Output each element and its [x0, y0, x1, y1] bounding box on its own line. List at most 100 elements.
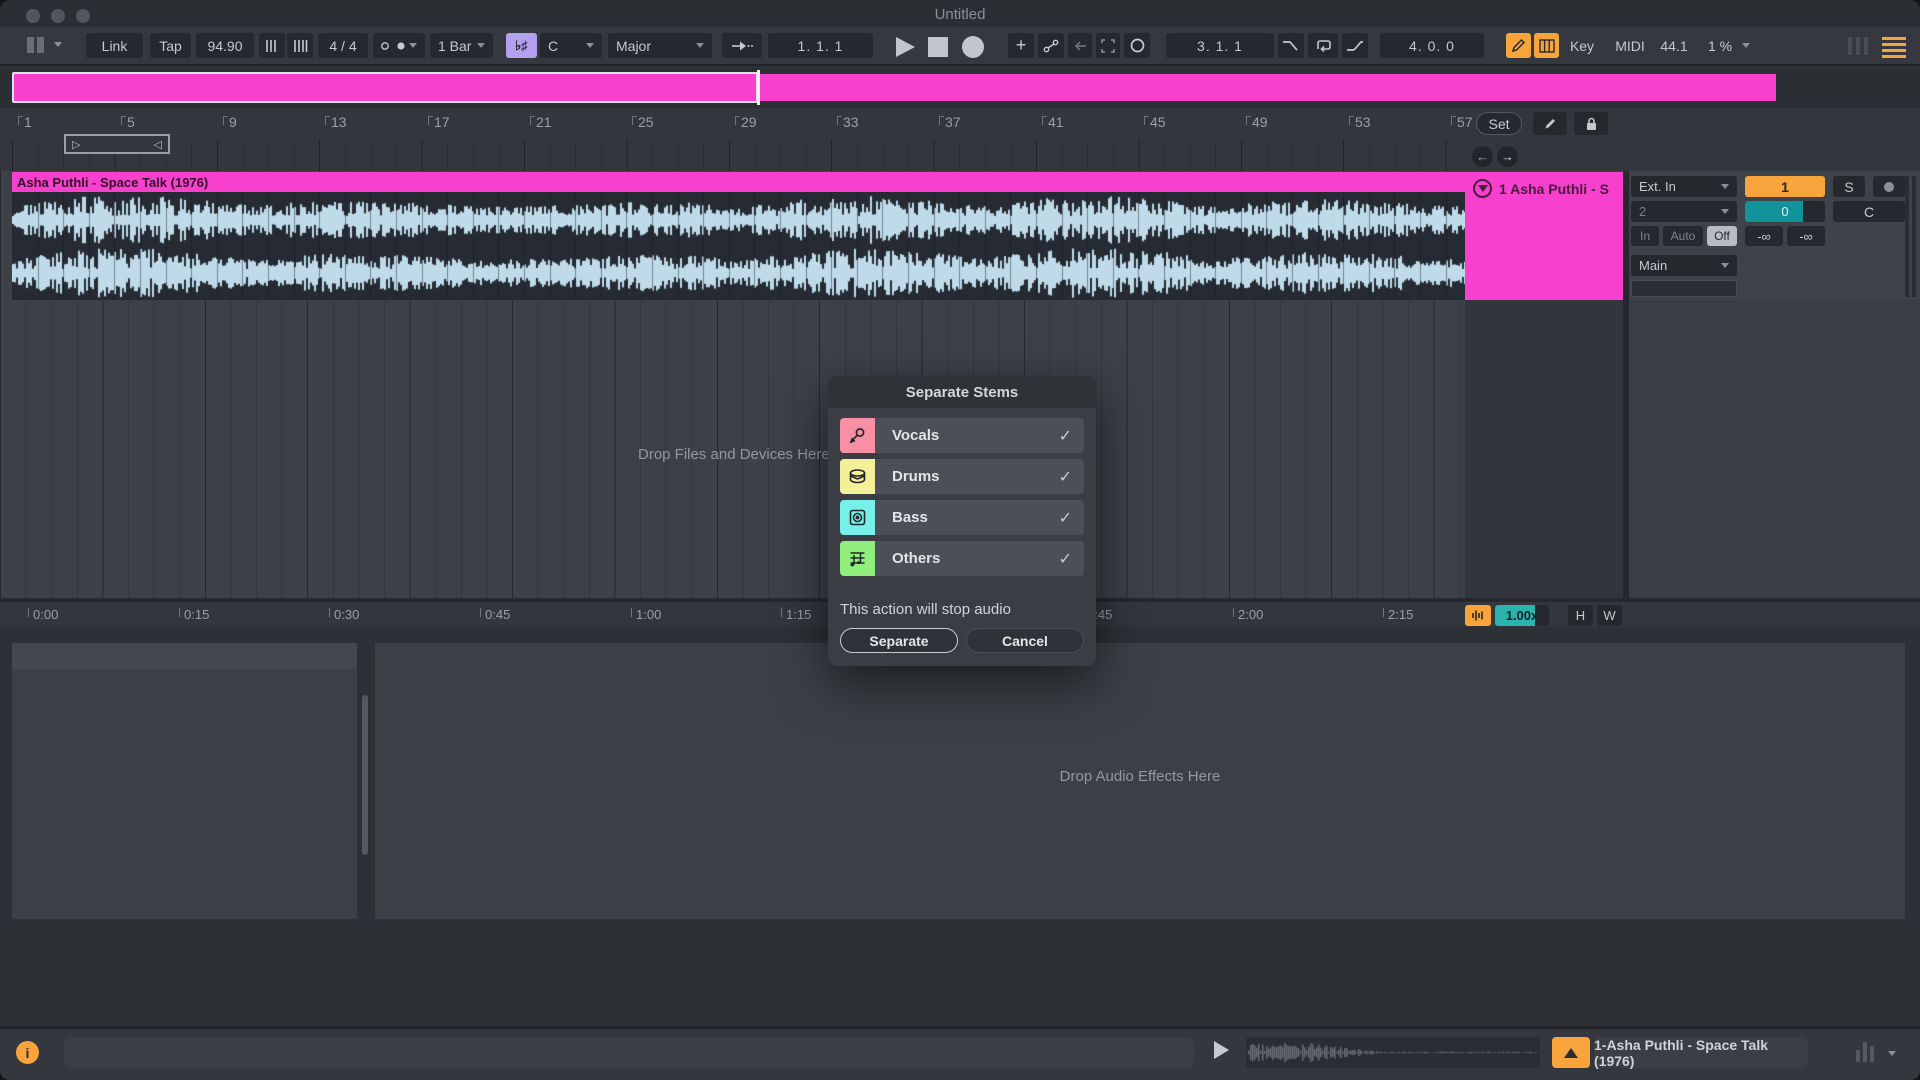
punch-out-icon[interactable]	[1342, 33, 1368, 58]
track-mixer-panel: Ext. In 1 S 2 0 C In Auto Off -∞ -∞ Main	[1629, 172, 1920, 300]
stem-row-vocals[interactable]: Vocals ✓	[840, 418, 1084, 453]
cancel-button[interactable]: Cancel	[966, 628, 1084, 653]
session-record-icon[interactable]	[1124, 33, 1150, 58]
current-clip-pill[interactable]: 1-Asha Puthli - Space Talk (1976)	[1594, 1037, 1808, 1068]
add-track-icon[interactable]: +	[1008, 33, 1034, 58]
input-routing-selector[interactable]: Ext. In	[1631, 176, 1737, 197]
bar-label: 21	[536, 114, 552, 130]
set-locator-button[interactable]: Set	[1476, 112, 1522, 135]
clip-view-panel-header	[12, 643, 357, 669]
input-channel-selector[interactable]: 2	[1631, 201, 1737, 222]
loop-start-field[interactable]: 3. 1. 1	[1166, 33, 1274, 58]
computer-midi-keyboard-icon[interactable]	[1534, 33, 1559, 58]
clip-title: Asha Puthli - Space Talk (1976)	[17, 175, 208, 190]
scale-root-selector[interactable]: C	[540, 33, 602, 58]
arrangement-overview[interactable]	[0, 68, 1920, 108]
scale-name-selector[interactable]: Major	[608, 33, 712, 58]
check-icon: ✓	[1059, 426, 1072, 446]
separate-button[interactable]: Separate	[840, 628, 958, 653]
punch-in-icon[interactable]	[1278, 33, 1304, 58]
loop-switch-icon[interactable]	[1308, 33, 1338, 58]
prev-locator-icon[interactable]: ←	[1472, 146, 1493, 167]
midi-map-button[interactable]: MIDI	[1608, 33, 1652, 58]
tempo-field[interactable]: 94.90	[196, 33, 254, 58]
arrangement-position-field[interactable]: 1. 1. 1	[768, 33, 873, 58]
loop-end-handle[interactable]: ◁	[154, 138, 162, 151]
monitor-in-button[interactable]: In	[1631, 226, 1659, 246]
nudge-down-icon[interactable]	[259, 33, 285, 58]
next-locator-icon[interactable]: →	[1497, 146, 1518, 167]
track-activator-button[interactable]: 1	[1745, 176, 1825, 197]
monitor-auto-button[interactable]: Auto	[1663, 226, 1703, 246]
stop-button[interactable]	[928, 37, 948, 57]
record-button[interactable]	[962, 36, 984, 58]
automation-mode-icon[interactable]	[1038, 33, 1064, 58]
check-icon: ✓	[1059, 508, 1072, 528]
re-enable-automation-icon[interactable]	[1068, 33, 1092, 58]
stem-row-bass[interactable]: Bass ✓	[840, 500, 1084, 535]
stem-label: Vocals	[892, 427, 1059, 444]
play-button[interactable]	[893, 36, 917, 58]
loop-length-field[interactable]: 4. 0. 0	[1380, 33, 1484, 58]
lock-icon[interactable]	[1574, 112, 1608, 135]
waveform-zoom-icon[interactable]	[1465, 605, 1491, 626]
track-delay-field[interactable]	[1631, 280, 1737, 297]
groove-amount-selector[interactable]	[373, 33, 425, 58]
nudge-up-icon[interactable]	[287, 33, 313, 58]
menu-hamburger-icon[interactable]	[1882, 37, 1906, 58]
pan-knob[interactable]: C	[1833, 201, 1905, 222]
tap-tempo-button[interactable]: Tap	[150, 33, 191, 58]
output-levels-icon	[1856, 1042, 1874, 1062]
preview-play-icon[interactable]	[1212, 1040, 1230, 1060]
dialog-title: Separate Stems	[828, 376, 1096, 408]
clip-title-bar[interactable]: Asha Puthli - Space Talk (1976)	[12, 172, 1465, 192]
live-menu-caret-icon[interactable]	[54, 42, 62, 47]
volume-slider[interactable]: 0	[1745, 201, 1825, 222]
hot-swap-icon[interactable]	[1552, 1037, 1590, 1068]
mixer-empty	[1629, 300, 1920, 600]
loop-start-handle[interactable]: ▷	[72, 138, 80, 151]
bar-label: 33	[843, 114, 859, 130]
time-label: 2:15	[1388, 607, 1413, 622]
overview-split-handle[interactable]	[757, 70, 760, 105]
clip-view-panel[interactable]	[12, 643, 357, 919]
monitor-off-button[interactable]: Off	[1707, 226, 1737, 246]
stem-label: Others	[892, 550, 1059, 567]
ruler-ticks	[12, 140, 1465, 171]
stem-row-others[interactable]: Others ✓	[840, 541, 1084, 576]
capture-midi-icon[interactable]	[1096, 33, 1120, 58]
track-header[interactable]: 1 Asha Puthli - S	[1465, 172, 1623, 300]
zoom-scale-field[interactable]: 1.00x	[1495, 605, 1549, 626]
cpu-load-selector[interactable]: 1 %	[1700, 33, 1758, 58]
levels-caret-icon[interactable]	[1888, 1051, 1896, 1056]
overview-view-box[interactable]	[12, 72, 758, 103]
solo-button[interactable]: S	[1833, 176, 1865, 197]
stem-row-drums[interactable]: Drums ✓	[840, 459, 1084, 494]
clip-waveform[interactable]	[12, 192, 1465, 300]
link-button[interactable]: Link	[86, 33, 143, 58]
microphone-icon	[840, 418, 875, 453]
quantize-selector[interactable]: 1 Bar	[430, 33, 493, 58]
draw-mode-icon[interactable]	[1506, 33, 1531, 58]
track-fold-icon[interactable]	[1473, 179, 1492, 198]
info-icon[interactable]: i	[16, 1041, 39, 1064]
vertical-scrollbar[interactable]	[362, 695, 368, 855]
zoom-width-button[interactable]: W	[1597, 605, 1622, 626]
key-map-button[interactable]: Key	[1562, 33, 1602, 58]
loop-region-brace[interactable]: ▷ ◁	[64, 134, 170, 154]
marker-pencil-icon[interactable]	[1533, 112, 1567, 135]
sample-preview-waveform[interactable]	[1246, 1037, 1540, 1068]
live-menu-icon[interactable]	[22, 33, 48, 57]
scale-mode-button[interactable]: ♭♯	[506, 33, 537, 58]
zoom-height-button[interactable]: H	[1568, 605, 1593, 626]
meter-peak-left: -∞	[1745, 226, 1783, 246]
output-routing-selector[interactable]: Main	[1631, 255, 1737, 276]
time-signature-field[interactable]: 4 / 4	[318, 33, 368, 58]
info-text-field	[64, 1037, 1194, 1068]
device-view-panel[interactable]: Drop Audio Effects Here	[375, 643, 1905, 919]
arm-record-icon[interactable]	[1873, 176, 1905, 197]
follow-button[interactable]	[722, 33, 762, 58]
beat-time-ruler[interactable]: 1 5 9 13 17 21 25 29 33 37 41 45 49 53 5…	[0, 108, 1920, 171]
status-bar: i 1-Asha Puthli - Space Talk (1976)	[0, 1026, 1920, 1080]
notes-icon	[840, 541, 875, 576]
